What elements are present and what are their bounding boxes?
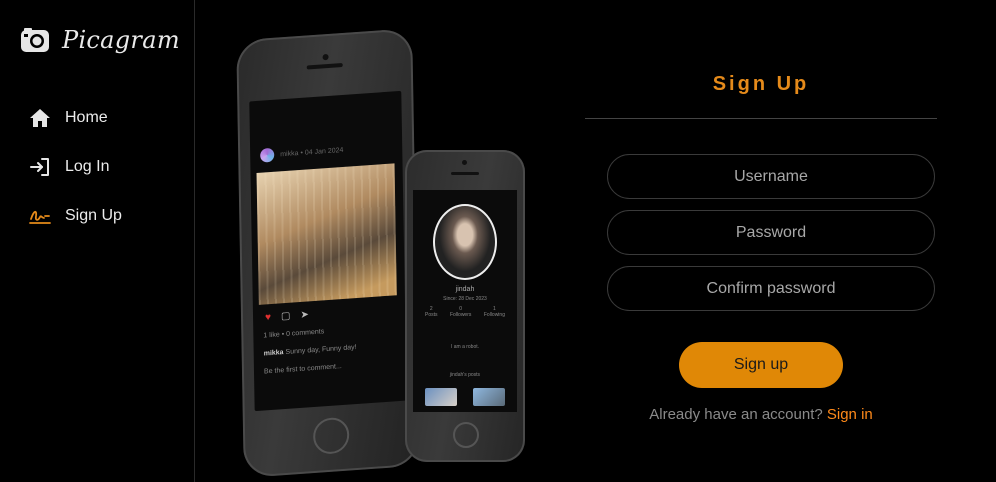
post-photo bbox=[256, 163, 397, 305]
sidebar-item-signup[interactable]: Sign Up bbox=[28, 204, 122, 228]
camera-dot bbox=[462, 160, 467, 165]
sidebar-item-home[interactable]: Home bbox=[28, 106, 122, 130]
sidebar-item-login[interactable]: Log In bbox=[28, 155, 122, 179]
sidebar-nav: Home Log In Sign Up bbox=[28, 106, 122, 253]
phones-illustration: mikka • 04 Jan 2024 ♥ ▢ ➤ 1 like • 0 com… bbox=[200, 20, 560, 482]
phone-small: jindah Since: 28 Dec 2023 2 Posts 0 Follow… bbox=[405, 150, 525, 462]
post-actions: ♥ ▢ ➤ bbox=[265, 309, 309, 323]
post-meta: mikka • 04 Jan 2024 bbox=[280, 146, 344, 158]
speaker bbox=[306, 62, 343, 70]
signin-prompt: Already have an account? Sign in bbox=[585, 406, 937, 423]
signup-button[interactable]: Sign up bbox=[679, 342, 843, 388]
signature-icon bbox=[28, 204, 52, 228]
sidebar-item-label: Sign Up bbox=[65, 207, 122, 224]
camera-icon bbox=[21, 28, 49, 52]
post-thumbnail bbox=[425, 388, 457, 406]
caption-text: Sunny day, Funny day! bbox=[285, 344, 357, 356]
username-input[interactable] bbox=[607, 154, 935, 199]
posts-heading: jindah's posts bbox=[449, 372, 481, 378]
sidebar-item-label: Log In bbox=[65, 158, 110, 175]
phone-screen-post: mikka • 04 Jan 2024 ♥ ▢ ➤ 1 like • 0 com… bbox=[249, 90, 407, 412]
confirm-password-input[interactable] bbox=[607, 266, 935, 311]
phone-screen-profile: jindah Since: 28 Dec 2023 2 Posts 0 Follow… bbox=[413, 190, 517, 412]
phone-large: mikka • 04 Jan 2024 ♥ ▢ ➤ 1 like • 0 com… bbox=[236, 28, 420, 478]
profile-photo bbox=[433, 204, 497, 280]
profile-username: jindah bbox=[455, 286, 475, 293]
avatar bbox=[260, 147, 275, 163]
speaker bbox=[451, 172, 479, 175]
page-title: Sign Up bbox=[712, 73, 810, 95]
app-logo[interactable]: Picagram bbox=[20, 26, 180, 54]
sidebar-item-label: Home bbox=[65, 109, 108, 126]
profile-since: Since: 28 Dec 2023 bbox=[443, 296, 487, 302]
caption-user: mikka bbox=[263, 349, 284, 358]
password-input[interactable] bbox=[607, 210, 935, 255]
signup-panel: Sign Up Sign up Already have an account?… bbox=[585, 0, 937, 482]
sidebar: Picagram Home Log In Sign Up bbox=[0, 0, 195, 482]
post-header: mikka • 04 Jan 2024 bbox=[260, 143, 343, 163]
profile-bio: I am a robot. bbox=[450, 344, 480, 350]
heart-icon: ♥ bbox=[264, 311, 272, 324]
send-icon: ➤ bbox=[300, 309, 309, 321]
likes-line: 1 like • 0 comments bbox=[263, 328, 325, 340]
comment-icon: ▢ bbox=[280, 310, 291, 323]
home-icon bbox=[28, 106, 52, 130]
home-button-hw bbox=[312, 416, 350, 456]
home-button-hw bbox=[453, 422, 479, 448]
post-thumbnail bbox=[473, 388, 505, 406]
stat-following: 1 Following bbox=[483, 306, 505, 318]
stat-followers: 0 Followers bbox=[449, 306, 472, 318]
signin-prompt-text: Already have an account? bbox=[649, 406, 823, 423]
signin-link[interactable]: Sign in bbox=[827, 406, 873, 423]
login-icon bbox=[28, 155, 52, 179]
comment-prompt: Be the first to comment... bbox=[263, 363, 342, 376]
app-name: Picagram bbox=[62, 26, 180, 54]
stat-posts: 2 Posts bbox=[425, 306, 438, 318]
profile-stats: 2 Posts 0 Followers 1 Following bbox=[425, 306, 505, 318]
caption: mikka Sunny day, Funny day! bbox=[264, 344, 357, 357]
divider bbox=[585, 118, 937, 119]
camera-dot bbox=[322, 53, 329, 61]
